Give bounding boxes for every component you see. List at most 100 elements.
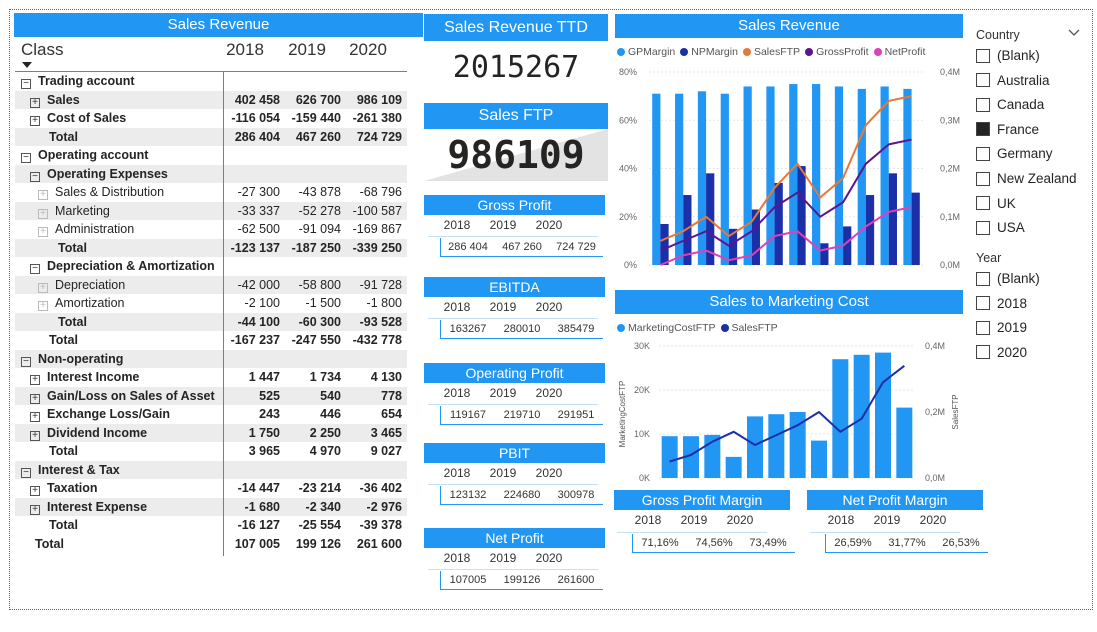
table-row[interactable]: + Dividend Income 1 750 2 250 3 465 [15, 423, 407, 442]
row-label-text: Marketing [55, 203, 110, 218]
checkbox[interactable] [976, 320, 990, 335]
sales-to-marketing-chart[interactable]: 0K 10K 20K 30K 0,0M 0,2M 0,4M MarketingCostFTP S… [615, 336, 965, 488]
expand-icon[interactable]: + [30, 412, 40, 422]
row-label: + Sales & Distribution [38, 183, 164, 202]
checkbox[interactable] [976, 122, 990, 137]
collapse-icon[interactable]: − [21, 467, 31, 478]
checkbox[interactable] [976, 220, 990, 235]
table-row[interactable]: − Depreciation & Amortization [15, 257, 407, 276]
expand-icon[interactable]: + [38, 190, 48, 200]
legend-item[interactable]: GPMargin [617, 46, 675, 58]
table-row[interactable]: Total -167 237 -247 550 -432 778 [15, 331, 407, 350]
checkbox[interactable] [976, 97, 990, 112]
legend-item[interactable]: MarketingCostFTP [617, 322, 716, 334]
checkbox[interactable] [976, 196, 990, 211]
mini-card-values: 119167 219710 291951 [440, 406, 603, 425]
legend-dot-icon [742, 48, 751, 56]
legend-item[interactable]: SalesFTP [720, 322, 778, 334]
slicer-option[interactable]: France [976, 122, 1039, 137]
table-row[interactable]: Total 286 404 467 260 724 729 [15, 127, 407, 146]
slicer-option[interactable]: USA [976, 220, 1025, 235]
table-row[interactable]: − Trading account [15, 72, 407, 91]
expand-icon[interactable]: + [38, 208, 48, 219]
expand-icon[interactable]: + [38, 301, 48, 311]
checkbox[interactable] [976, 296, 990, 311]
table-row[interactable]: Total -123 137 -187 250 -339 250 [15, 238, 407, 257]
slicer-option[interactable]: New Zealand [976, 171, 1077, 186]
mini-divider [428, 404, 598, 405]
expand-icon[interactable]: + [30, 504, 40, 515]
table-row[interactable]: + Amortization -2 100 -1 500 -1 800 [15, 294, 407, 313]
collapse-icon[interactable]: − [21, 79, 31, 89]
year-header[interactable]: 2020 [338, 40, 398, 60]
table-row[interactable]: Total 107 005 199 126 261 600 [15, 535, 407, 554]
expand-icon[interactable]: + [30, 430, 40, 441]
expand-icon[interactable]: + [30, 393, 40, 404]
slicer-option[interactable]: (Blank) [976, 271, 1040, 286]
table-row[interactable]: + Exchange Loss/Gain 243 446 654 [15, 405, 407, 424]
table-row[interactable]: + Administration -62 500 -91 094 -169 867 [15, 220, 407, 239]
slicer-option[interactable]: (Blank) [976, 48, 1040, 63]
expand-icon[interactable]: + [30, 375, 40, 385]
legend-item[interactable]: GrossProfit [805, 46, 869, 58]
mini-card-values: 286 404 467 260 724 729 [440, 238, 603, 257]
checkbox[interactable] [976, 271, 990, 286]
sort-arrow-icon[interactable] [22, 62, 32, 68]
option-label: 2018 [997, 295, 1028, 311]
checkbox[interactable] [976, 171, 990, 186]
y2-tick-label: 0,2M [940, 164, 960, 174]
row-label-text: Total [58, 314, 87, 329]
year-label: 2019 [489, 466, 517, 480]
legend-item[interactable]: SalesFTP [742, 46, 800, 58]
collapse-icon[interactable]: − [30, 264, 40, 274]
y2-tick-label: 0,2M [925, 407, 945, 417]
bar-gpmargin [903, 88, 912, 265]
expand-icon[interactable]: + [30, 97, 40, 108]
table-row[interactable]: + Sales & Distribution -27 300 -43 878 -68 7… [15, 183, 407, 202]
expand-icon[interactable]: + [38, 282, 48, 293]
table-row[interactable]: + Cost of Sales -116 054 -159 440 -261 380 [15, 109, 407, 128]
table-row[interactable]: + Interest Income 1 447 1 734 4 130 [15, 368, 407, 387]
checkbox[interactable] [976, 73, 990, 88]
collapse-icon[interactable]: − [30, 171, 40, 182]
expand-icon[interactable]: + [30, 486, 40, 496]
slicer-option[interactable]: 2018 [976, 296, 1027, 311]
collapse-icon[interactable]: − [21, 153, 31, 163]
chevron-down-icon[interactable] [1068, 29, 1080, 37]
checkbox[interactable] [976, 146, 990, 161]
table-row[interactable]: Total -16 127 -25 554 -39 378 [15, 516, 407, 535]
legend-item[interactable]: NetProfit [873, 46, 925, 58]
table-row[interactable]: − Operating Expenses [15, 164, 407, 183]
bar-marketingcost [661, 436, 678, 478]
table-row[interactable]: + Depreciation -42 000 -58 800 -91 728 [15, 275, 407, 294]
table-row[interactable]: − Non-operating [15, 349, 407, 368]
slicer-option[interactable]: UK [976, 196, 1016, 211]
table-row[interactable]: + Sales 402 458 626 700 986 109 [15, 90, 407, 109]
year-header[interactable]: 2018 [215, 40, 275, 60]
expand-icon[interactable]: + [38, 227, 48, 237]
year-header[interactable]: 2019 [277, 40, 337, 60]
slicer-option[interactable]: 2020 [976, 345, 1027, 360]
table-row[interactable]: − Operating account [15, 146, 407, 165]
table-row[interactable]: − Interest & Tax [15, 460, 407, 479]
class-column-header[interactable]: Class [21, 40, 64, 60]
table-row[interactable]: Total 3 965 4 970 9 027 [15, 442, 407, 461]
table-row[interactable]: + Marketing -33 337 -52 278 -100 587 [15, 201, 407, 220]
checkbox[interactable] [976, 345, 990, 360]
table-row[interactable]: Total -44 100 -60 300 -93 528 [15, 312, 407, 331]
slicer-option[interactable]: Germany [976, 146, 1053, 161]
mini-card-values: 107005 199126 261600 [440, 571, 603, 590]
value: 199126 [503, 574, 541, 586]
legend-item[interactable]: NPMargin [680, 46, 738, 58]
bar-npmargin [797, 166, 806, 265]
slicer-option[interactable]: Canada [976, 97, 1044, 112]
collapse-icon[interactable]: − [21, 356, 31, 367]
checkbox[interactable] [976, 48, 990, 63]
table-row[interactable]: + Interest Expense -1 680 -2 340 -2 976 [15, 497, 407, 516]
sales-revenue-chart[interactable]: 0% 20% 40% 60% 80% 0,0M 0,1M 0,2M 0,3M 0,4M [615, 60, 965, 275]
table-row[interactable]: + Taxation -14 447 -23 214 -36 402 [15, 479, 407, 498]
slicer-option[interactable]: Australia [976, 73, 1050, 88]
expand-icon[interactable]: + [30, 116, 40, 126]
table-row[interactable]: + Gain/Loss on Sales of Asset 525 540 778 [15, 386, 407, 405]
slicer-option[interactable]: 2019 [976, 320, 1027, 335]
